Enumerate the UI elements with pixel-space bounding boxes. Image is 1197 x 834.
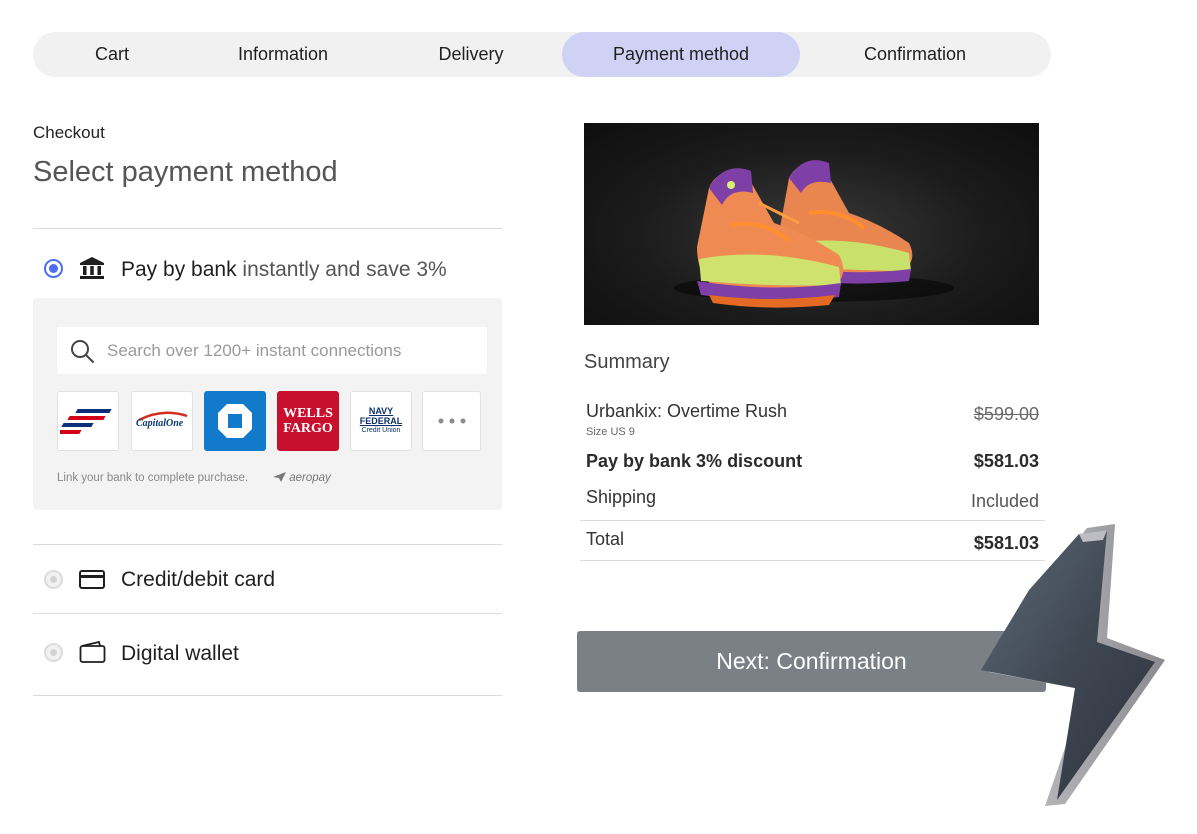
navy-federal-line3: Credit Union [361, 427, 401, 434]
summary-total-row: Total $581.03 [586, 529, 1039, 555]
bank-footer-note: Link your bank to complete purchase. [57, 472, 249, 484]
bank-search-box[interactable] [57, 327, 487, 374]
digital-wallet-label: Digital wallet [121, 642, 239, 665]
aeropay-text: aeropay [289, 472, 331, 484]
bank-tile-wells-fargo[interactable]: WELLS FARGO [277, 391, 339, 451]
divider [33, 544, 502, 545]
credit-card-radio[interactable] [44, 570, 63, 589]
shipping-label: Shipping [586, 487, 657, 507]
summary-shipping-row: Shipping Included [586, 487, 1039, 513]
summary-product-row: Urbankix: Overtime Rush Size US 9 $599.0… [586, 401, 1039, 441]
divider [33, 695, 502, 696]
capital-one-text: CapitalOne [136, 418, 184, 429]
step-delivery[interactable]: Delivery [393, 32, 549, 77]
divider [33, 613, 502, 614]
summary-discount-row: Pay by bank 3% discount $581.03 [586, 451, 1039, 475]
aeropay-logo: aeropay [273, 472, 331, 484]
pay-by-bank-radio[interactable] [44, 259, 63, 278]
lightning-bolt-icon [981, 524, 1165, 806]
pay-by-bank-label-soft: instantly and save 3% [236, 258, 447, 281]
discount-price: $581.03 [973, 451, 1039, 471]
step-payment-method[interactable]: Payment method [562, 32, 800, 77]
page-title: Select payment method [33, 156, 338, 188]
pay-by-bank-label: Pay by bank instantly and save 3% [121, 258, 447, 282]
navy-federal-line2: FEDERAL [359, 416, 403, 426]
more-banks-button[interactable] [422, 391, 481, 451]
credit-card-icon [79, 570, 105, 589]
wallet-icon [79, 640, 106, 663]
bank-of-america-logo [60, 409, 112, 434]
divider [33, 228, 502, 229]
bank-tile-chase[interactable] [204, 391, 266, 451]
credit-card-label: Credit/debit card [121, 568, 276, 591]
sneakers-image [674, 160, 954, 308]
product-image [584, 123, 1039, 325]
step-information[interactable]: Information [193, 32, 373, 77]
more-dots-icon [438, 418, 465, 424]
bank-tile-capital-one[interactable]: CapitalOne [131, 391, 193, 451]
bank-tile-bank-of-america[interactable] [57, 391, 119, 451]
checkout-stepper: Cart Information Delivery Payment method… [33, 32, 1051, 77]
wells-fargo-line1: WELLS [283, 406, 333, 421]
bank-search-input[interactable] [107, 327, 477, 374]
digital-wallet-radio[interactable] [44, 643, 63, 662]
pay-by-bank-label-strong: Pay by bank [121, 258, 237, 281]
wells-fargo-line2: FARGO [283, 421, 333, 436]
capital-one-logo: CapitalOne [133, 406, 191, 436]
chase-logo [218, 404, 252, 438]
step-cart[interactable]: Cart [53, 32, 171, 77]
bank-tile-navy-federal[interactable]: NAVY FEDERAL Credit Union [350, 391, 412, 451]
product-name: Urbankix: Overtime Rush [586, 401, 788, 421]
search-icon [71, 340, 94, 363]
navy-federal-line1: NAVY [368, 406, 394, 416]
summary-title: Summary [584, 351, 670, 373]
product-original-price: $599.00 [973, 404, 1039, 424]
total-label: Total [586, 529, 625, 549]
product-size: Size US 9 [586, 426, 635, 438]
bank-icon [80, 257, 104, 279]
discount-label: Pay by bank 3% discount [586, 451, 803, 471]
checkout-eyebrow: Checkout [33, 123, 105, 142]
aeropay-plane-icon [273, 472, 286, 482]
step-confirmation[interactable]: Confirmation [813, 32, 1017, 77]
bank-panel: CapitalOne WELLS FARGO NAVY FEDERAL Cred… [33, 298, 502, 510]
shipping-value: Included [970, 491, 1039, 511]
